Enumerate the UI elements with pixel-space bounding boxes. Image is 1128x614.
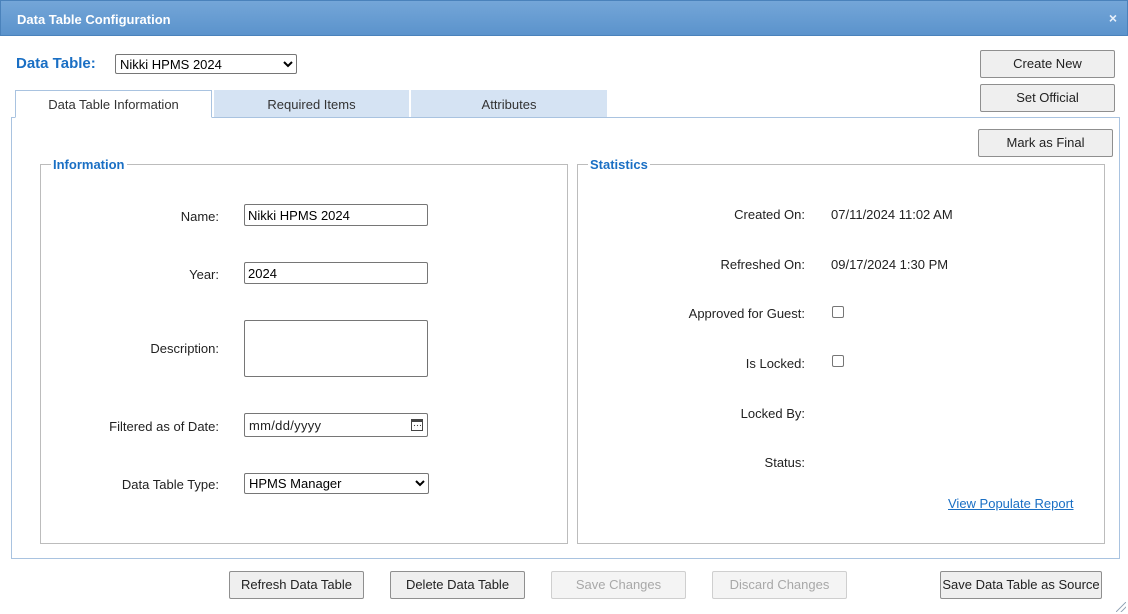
create-new-button[interactable]: Create New [980, 50, 1115, 78]
locked-by-label: Locked By: [740, 406, 805, 421]
refreshed-on-value: 09/17/2024 1:30 PM [831, 257, 949, 272]
data-table-label: Data Table: [16, 55, 96, 72]
tab-required-items[interactable]: Required Items [214, 90, 409, 118]
name-label: Name: [180, 209, 219, 224]
year-input[interactable] [244, 262, 428, 284]
calendar-icon[interactable] [411, 419, 423, 431]
description-label: Description: [150, 341, 219, 356]
name-input[interactable] [244, 204, 428, 226]
refresh-data-table-button[interactable]: Refresh Data Table [229, 571, 364, 599]
mark-as-final-button[interactable]: Mark as Final [978, 129, 1113, 157]
is-locked-checkbox[interactable] [832, 355, 844, 367]
approved-for-guest-label: Approved for Guest: [688, 306, 805, 321]
status-label: Status: [764, 455, 805, 470]
view-populate-report-link[interactable]: View Populate Report [948, 496, 1074, 511]
discard-changes-button[interactable]: Discard Changes [712, 571, 847, 599]
filtered-date-input[interactable]: mm/dd/yyyy [244, 413, 428, 437]
tab-data-table-information[interactable]: Data Table Information [15, 90, 212, 118]
tab-panel: Mark as Final Information Name: Year: De… [11, 117, 1120, 559]
save-changes-button[interactable]: Save Changes [551, 571, 686, 599]
delete-data-table-button[interactable]: Delete Data Table [390, 571, 525, 599]
data-table-select[interactable]: Nikki HPMS 2024 [115, 54, 297, 74]
data-table-type-select[interactable]: HPMS Manager [244, 473, 429, 494]
save-as-source-button[interactable]: Save Data Table as Source [940, 571, 1102, 599]
data-table-type-label: Data Table Type: [121, 477, 219, 492]
information-legend: Information [53, 157, 125, 172]
year-label: Year: [189, 267, 219, 282]
date-placeholder: mm/dd/yyyy [249, 418, 322, 433]
close-icon[interactable]: × [1109, 10, 1117, 26]
tab-attributes[interactable]: Attributes [411, 90, 607, 118]
statistics-legend: Statistics [590, 157, 648, 172]
approved-for-guest-checkbox[interactable] [832, 306, 844, 318]
filtered-date-label: Filtered as of Date: [109, 419, 219, 434]
refreshed-on-label: Refreshed On: [720, 257, 805, 272]
window-titlebar: Data Table Configuration × [0, 0, 1128, 36]
created-on-label: Created On: [734, 207, 805, 222]
resize-grip-icon[interactable] [1116, 602, 1126, 612]
set-official-button[interactable]: Set Official [980, 84, 1115, 112]
is-locked-label: Is Locked: [745, 356, 805, 371]
created-on-value: 07/11/2024 11:02 AM [831, 207, 953, 222]
description-textarea[interactable] [244, 320, 428, 377]
window-title: Data Table Configuration [17, 12, 171, 27]
